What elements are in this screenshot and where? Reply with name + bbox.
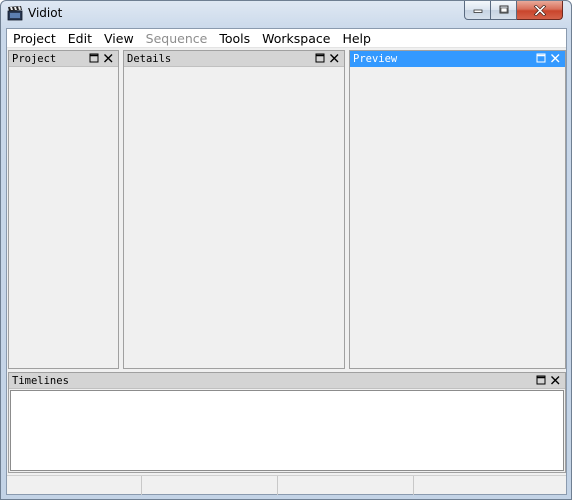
window-title: Vidiot: [28, 6, 63, 20]
menu-edit[interactable]: Edit: [62, 29, 98, 48]
details-panel-title: Details: [127, 53, 172, 65]
menu-view[interactable]: View: [98, 29, 140, 48]
clapperboard-icon: [7, 6, 23, 21]
panel-close-icon: [551, 54, 560, 63]
preview-close-button[interactable]: [550, 53, 561, 64]
menu-bar: Project Edit View Sequence Tools Workspa…: [7, 29, 566, 48]
project-close-button[interactable]: [103, 53, 114, 64]
status-cell-2: [142, 476, 278, 495]
details-panel: Details: [123, 50, 345, 369]
panel-close-icon: [551, 376, 560, 385]
project-panel-body[interactable]: [9, 68, 118, 368]
panel-maximize-icon: [89, 53, 99, 63]
panel-maximize-icon: [536, 375, 546, 385]
menu-sequence: Sequence: [145, 30, 208, 46]
details-maximize-button[interactable]: [315, 53, 326, 64]
title-bar[interactable]: Vidiot: [1, 1, 571, 27]
status-cell-4: [414, 476, 566, 495]
panel-maximize-icon: [536, 53, 546, 63]
timelines-panel-title: Timelines: [12, 375, 69, 387]
details-panel-body[interactable]: [124, 68, 344, 368]
status-cell-3: [278, 476, 414, 495]
menu-workspace[interactable]: Workspace: [256, 29, 336, 48]
details-panel-header[interactable]: Details: [124, 51, 344, 67]
client-area: Project Edit View Sequence Tools Workspa…: [6, 28, 567, 495]
minimize-button[interactable]: [464, 1, 491, 20]
timelines-panel-header[interactable]: Timelines: [9, 373, 565, 389]
project-maximize-button[interactable]: [89, 53, 100, 64]
app-window: Vidiot Project Edit View Sequence Tools …: [0, 0, 572, 500]
close-button[interactable]: [517, 1, 563, 20]
timelines-panel-body[interactable]: [10, 390, 564, 471]
panel-maximize-icon: [315, 53, 325, 63]
menu-project[interactable]: Project: [7, 29, 62, 48]
project-panel-title: Project: [12, 53, 57, 65]
status-bar: [7, 475, 566, 495]
panel-close-icon: [104, 54, 113, 63]
maximize-button[interactable]: [491, 1, 517, 20]
timelines-panel: Timelines: [8, 372, 566, 473]
close-icon: [533, 4, 546, 16]
preview-maximize-button[interactable]: [536, 53, 547, 64]
timelines-maximize-button[interactable]: [536, 375, 547, 386]
panel-close-icon: [330, 54, 339, 63]
details-close-button[interactable]: [329, 53, 340, 64]
project-panel-header[interactable]: Project: [9, 51, 118, 67]
preview-panel-header[interactable]: Preview: [350, 51, 565, 67]
preview-panel-title: Preview: [353, 53, 398, 65]
maximize-icon: [499, 5, 508, 14]
caption-buttons: [464, 1, 563, 20]
preview-panel: Preview: [349, 50, 566, 369]
status-cell-1: [7, 476, 142, 495]
project-panel: Project: [8, 50, 119, 369]
menu-help[interactable]: Help: [336, 29, 377, 48]
minimize-icon: [473, 9, 482, 13]
menu-tools[interactable]: Tools: [213, 29, 256, 48]
timelines-close-button[interactable]: [550, 375, 561, 386]
preview-panel-body[interactable]: [350, 68, 565, 368]
